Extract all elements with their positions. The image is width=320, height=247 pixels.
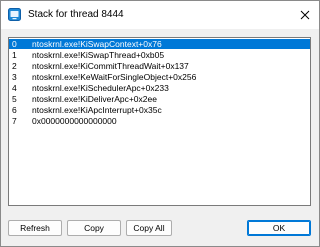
stack-frame-row[interactable]: 1 ntoskrnl.exe!KiSwapThread+0xb05 — [9, 50, 310, 60]
stack-frame-symbol: ntoskrnl.exe!KiCommitThreadWait+0x137 — [32, 61, 189, 71]
stack-frames-list[interactable]: 0 ntoskrnl.exe!KiSwapContext+0x76 1 ntoskrn… — [8, 37, 311, 206]
stack-frame-row[interactable]: 6 ntoskrnl.exe!KiApcInterrupt+0x35c — [9, 105, 310, 115]
stack-frame-index: 5 — [12, 94, 17, 104]
window-app-icon — [8, 8, 21, 21]
copy-all-button[interactable]: Copy All — [126, 220, 172, 236]
stack-frame-symbol: ntoskrnl.exe!KiSwapThread+0xb05 — [32, 50, 165, 60]
stack-frame-row[interactable]: 5 ntoskrnl.exe!KiDeliverApc+0x2ee — [9, 94, 310, 104]
stack-frame-index: 2 — [12, 61, 17, 71]
stack-dialog: Stack for thread 8444 0 ntoskrnl.exe!KiSw… — [0, 0, 320, 247]
stack-frame-row[interactable]: 3 ntoskrnl.exe!KeWaitForSingleObject+0x25… — [9, 72, 310, 82]
ok-button[interactable]: OK — [247, 220, 311, 236]
stack-frame-index: 7 — [12, 116, 17, 126]
stack-frame-index: 1 — [12, 50, 17, 60]
stack-frame-symbol: ntoskrnl.exe!KiApcInterrupt+0x35c — [32, 105, 162, 115]
stack-frame-index: 0 — [12, 39, 17, 49]
stack-frame-row[interactable]: 4 ntoskrnl.exe!KiSchedulerApc+0x233 — [9, 83, 310, 93]
stack-frame-symbol: ntoskrnl.exe!KiDeliverApc+0x2ee — [32, 94, 157, 104]
stack-frame-row[interactable]: 0 ntoskrnl.exe!KiSwapContext+0x76 — [9, 39, 310, 49]
stack-frame-index: 4 — [12, 83, 17, 93]
stack-frame-index: 6 — [12, 105, 17, 115]
stack-frame-symbol: ntoskrnl.exe!KeWaitForSingleObject+0x256 — [32, 72, 197, 82]
refresh-button[interactable]: Refresh — [8, 220, 62, 236]
stack-frame-symbol: 0x0000000000000000 — [32, 116, 117, 126]
stack-frame-symbol: ntoskrnl.exe!KiSwapContext+0x76 — [32, 39, 162, 49]
title-bar[interactable]: Stack for thread 8444 — [1, 1, 319, 29]
stack-frame-index: 3 — [12, 72, 17, 82]
stack-frame-row[interactable]: 7 0x0000000000000000 — [9, 116, 310, 126]
window-title: Stack for thread 8444 — [28, 9, 124, 20]
close-button[interactable] — [295, 5, 315, 25]
stack-frame-symbol: ntoskrnl.exe!KiSchedulerApc+0x233 — [32, 83, 169, 93]
close-icon — [300, 10, 310, 20]
stack-frame-row[interactable]: 2 ntoskrnl.exe!KiCommitThreadWait+0x137 — [9, 61, 310, 71]
copy-button[interactable]: Copy — [67, 220, 121, 236]
